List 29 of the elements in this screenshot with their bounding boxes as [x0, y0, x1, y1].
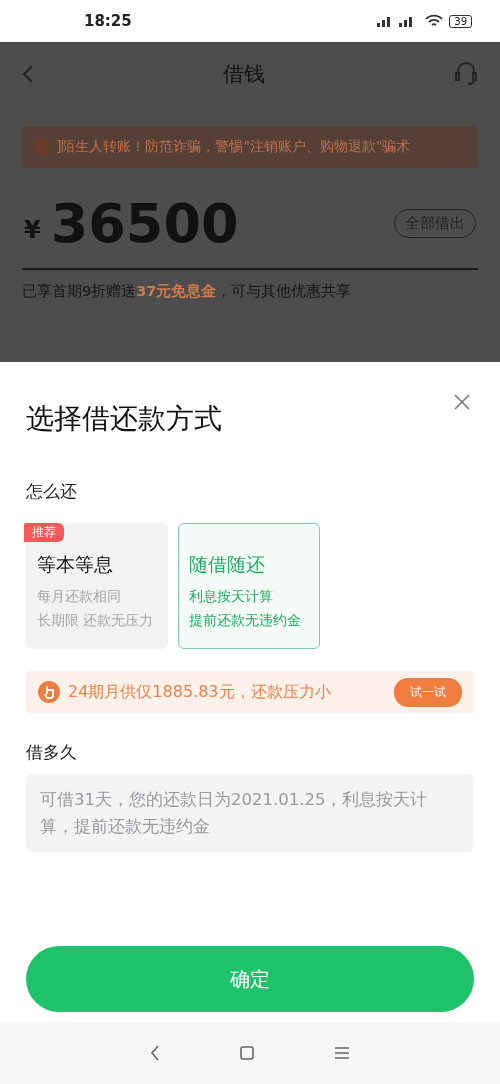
repay-option[interactable]: 推荐 等本等息 每月还款相同 长期限 还款无压力 — [26, 523, 168, 649]
sheet-title: 选择借还款方式 — [26, 401, 222, 437]
page-title: 借钱 — [223, 61, 265, 88]
home-icon[interactable] — [240, 1046, 254, 1060]
battery-level: 39 — [449, 14, 472, 28]
amount-value: 36500 — [50, 191, 240, 255]
wifi-icon — [425, 14, 444, 28]
option-description: 每月还款相同 — [37, 588, 122, 606]
try-button[interactable]: 试一试 — [394, 677, 462, 707]
option-title: 等本等息 — [37, 552, 114, 577]
currency-symbol: ¥ — [24, 216, 41, 244]
menu-icon[interactable] — [334, 1046, 350, 1060]
close-icon[interactable] — [454, 394, 470, 410]
repay-label: 怎么还 — [26, 480, 78, 503]
warning-text: ]陌生人转账！防范诈骗，警惕"注销账户、购物退款"骗术 — [56, 138, 411, 156]
status-time: 18:25 — [84, 12, 132, 30]
back-icon[interactable] — [150, 1045, 160, 1061]
shield-icon — [34, 138, 50, 156]
repay-option[interactable]: 随借随还 利息按天计算 提前还款无违约金 — [178, 523, 320, 649]
recommend-tag: 推荐 — [24, 523, 64, 542]
tip-text: 24期月供仅1885.83元，还款压力小 — [68, 681, 332, 703]
option-description: 长期限 还款无压力 — [37, 612, 155, 630]
pointing-hand-icon — [38, 681, 60, 703]
option-description: 利息按天计算 — [189, 588, 274, 606]
term-info-text: 可借31天，您的还款日为2021.01.25，利息按天计算，提前还款无违约金 — [40, 790, 428, 836]
option-title: 随借随还 — [189, 552, 266, 577]
confirm-button[interactable]: 确定 — [26, 946, 474, 1012]
option-description: 提前还款无违约金 — [189, 612, 302, 630]
term-label: 借多久 — [26, 741, 78, 764]
